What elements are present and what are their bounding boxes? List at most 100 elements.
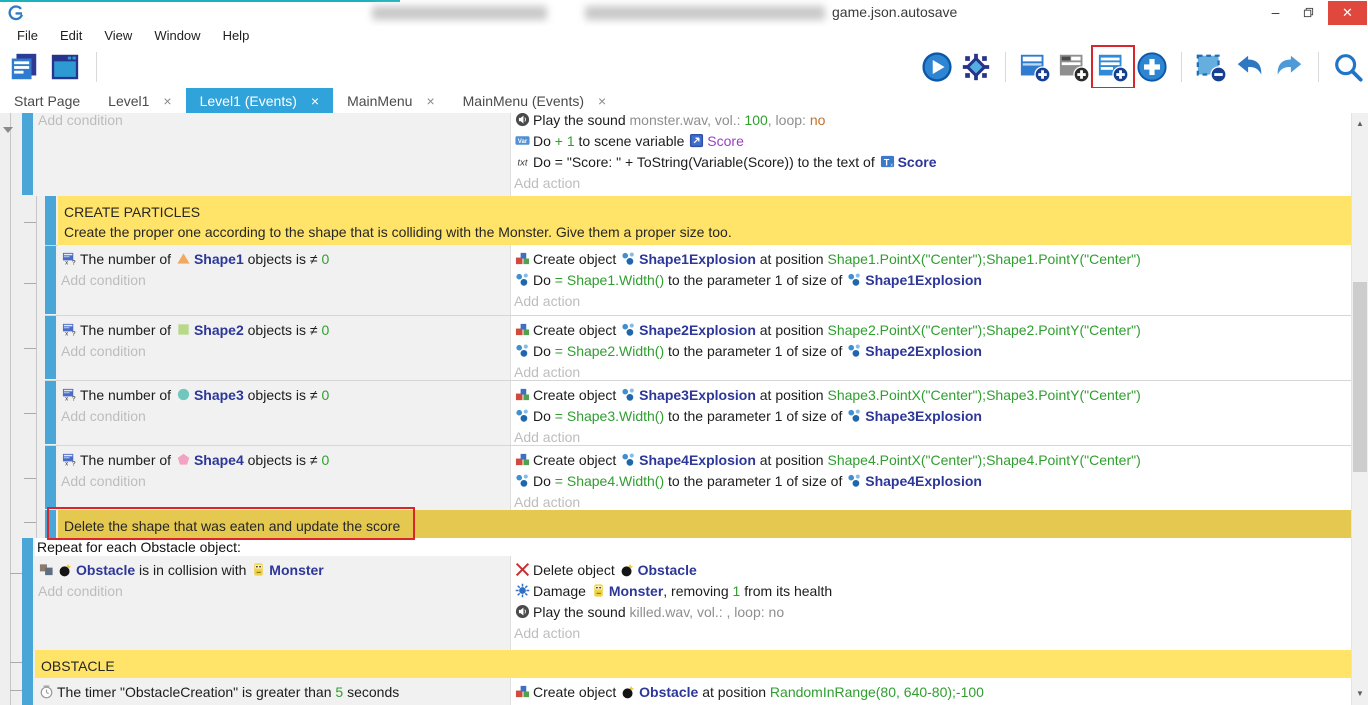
event-condition[interactable]: The timer "ObstacleCreation" is greater …	[38, 682, 510, 703]
event-action[interactable]: Do = Shape3.Width() to the parameter 1 o…	[514, 406, 1351, 427]
text-segment: Delete object	[533, 562, 619, 578]
text-segment: 0	[321, 387, 329, 403]
text-segment: to the parameter 1 of size of	[664, 343, 846, 359]
event-condition[interactable]: Obstacle is in collision with Monster	[38, 560, 510, 581]
create-object-icon	[515, 684, 530, 699]
comment-body: Delete the shape that was eaten and upda…	[64, 516, 1351, 536]
text-segment: 0	[321, 251, 329, 267]
event-action[interactable]: Create object Shape2Explosion at positio…	[514, 320, 1351, 341]
event-action[interactable]: Damage Monster, removing 1 from its heal…	[514, 581, 1351, 602]
event-drag-bar	[45, 316, 56, 379]
add-condition-placeholder[interactable]: Add condition	[61, 341, 510, 362]
particles-icon	[515, 408, 530, 423]
text-segment: Shape1	[194, 251, 244, 267]
comment-row[interactable]: OBSTACLE	[35, 650, 1351, 678]
add-condition-placeholder[interactable]: Add condition	[38, 113, 510, 131]
obstacle-icon	[58, 562, 73, 577]
event-action[interactable]: Play the sound killed.wav, vol.: , loop:…	[514, 602, 1351, 623]
collapse-event-icon[interactable]	[3, 127, 13, 133]
actions-panel: Create object Shape1Explosion at positio…	[510, 245, 1351, 315]
text-segment: ≠	[310, 251, 322, 267]
text-segment: to the text of	[794, 154, 879, 170]
text-segment: objects is	[244, 251, 310, 267]
comment-title: OBSTACLE	[41, 656, 1351, 676]
scrollbar-thumb[interactable]	[1353, 282, 1367, 472]
sound-icon	[515, 113, 530, 127]
vertical-scrollbar[interactable]: ▲ ▼	[1351, 113, 1368, 705]
event-action[interactable]: Delete object Obstacle	[514, 560, 1351, 581]
text-segment: Shape3Explosion	[865, 408, 982, 424]
add-condition-placeholder[interactable]: Add condition	[61, 471, 510, 492]
count-condition-icon: x?	[62, 251, 77, 266]
scroll-down-icon[interactable]: ▼	[1352, 686, 1368, 702]
text-segment: Monster	[269, 562, 323, 578]
event-action[interactable]: Play the sound monster.wav, vol.: 100, l…	[514, 113, 1351, 131]
add-condition-placeholder[interactable]: Add condition	[38, 581, 510, 602]
text-segment: objects is	[244, 452, 310, 468]
event-condition[interactable]: x?The number of Shape1 objects is ≠ 0	[61, 249, 510, 270]
count-condition-icon: x?	[62, 452, 77, 467]
text-segment: = Shape4.Width()	[555, 473, 664, 489]
text-segment: to the parameter 1 of size of	[664, 272, 846, 288]
text-segment: Play the sound	[533, 113, 630, 128]
add-action-placeholder[interactable]: Add action	[514, 427, 1351, 445]
text-segment: Score	[898, 154, 937, 170]
event-action[interactable]: Create object Shape3Explosion at positio…	[514, 385, 1351, 406]
event-action[interactable]: Create object Shape4Explosion at positio…	[514, 450, 1351, 471]
add-action-placeholder[interactable]: Add action	[514, 623, 1351, 644]
svg-text:?: ?	[72, 461, 76, 467]
add-action-placeholder[interactable]: Add action	[514, 362, 1351, 380]
text-segment: Shape4Explosion	[639, 452, 756, 468]
comment-row[interactable]: Delete the shape that was eaten and upda…	[58, 510, 1351, 538]
foreach-event-header[interactable]: Repeat for each Obstacle object:	[35, 538, 1351, 556]
text-segment: = Shape1.Width()	[555, 272, 664, 288]
add-action-placeholder[interactable]: Add action	[514, 291, 1351, 312]
add-action-placeholder[interactable]: Add action	[514, 173, 1351, 194]
particles-icon	[621, 251, 636, 266]
event-action[interactable]: VarDo + 1 to scene variable Score	[514, 131, 1351, 152]
text-segment: objects is	[244, 322, 310, 338]
event-condition[interactable]: x?The number of Shape2 objects is ≠ 0	[61, 320, 510, 341]
event-drag-bar	[22, 678, 33, 705]
scroll-up-icon[interactable]: ▲	[1352, 116, 1368, 132]
text-segment: 0	[321, 322, 329, 338]
svg-text:x: x	[65, 331, 68, 337]
text-segment: Shape3.PointX("Center");Shape3.PointY("C…	[827, 387, 1140, 403]
event-action[interactable]: txtDo = "Score: " + ToString(Variable(Sc…	[514, 152, 1351, 173]
text-object-icon: Tx	[880, 154, 895, 169]
text-segment: Shape1Explosion	[865, 272, 982, 288]
event-condition[interactable]: x?The number of Shape3 objects is ≠ 0	[61, 385, 510, 406]
events-editor: Add condition Play the sound monster.wav…	[0, 0, 1368, 705]
event-action[interactable]: Do = Shape4.Width() to the parameter 1 o…	[514, 471, 1351, 492]
add-action-placeholder[interactable]: Add action	[514, 492, 1351, 510]
conditions-panel: x?The number of Shape4 objects is ≠ 0 Ad…	[58, 446, 510, 510]
event-action[interactable]: Create object Shape1Explosion at positio…	[514, 249, 1351, 270]
event-action[interactable]: Create object Obstacle at position Rando…	[514, 682, 1351, 703]
tree-tick	[24, 522, 36, 523]
text-segment: 0	[321, 452, 329, 468]
svg-text:?: ?	[72, 396, 76, 402]
shape2-icon	[176, 322, 191, 337]
text-segment: killed.wav, vol.: , loop: no	[630, 604, 785, 620]
text-segment: objects is	[244, 387, 310, 403]
event-action[interactable]: Do = Shape1.Width() to the parameter 1 o…	[514, 270, 1351, 291]
particles-icon	[847, 272, 862, 287]
add-condition-placeholder[interactable]: Add condition	[61, 406, 510, 427]
event-drag-bar	[45, 246, 56, 314]
tree-tick	[24, 413, 36, 414]
create-object-icon	[515, 251, 530, 266]
svg-text:?: ?	[72, 331, 76, 337]
text-segment: Damage	[533, 583, 590, 599]
actions-panel: Create object Shape4Explosion at positio…	[510, 446, 1351, 510]
comment-row[interactable]: CREATE PARTICLES Create the proper one a…	[58, 196, 1351, 245]
event-condition[interactable]: x?The number of Shape4 objects is ≠ 0	[61, 450, 510, 471]
text-segment: + 1	[555, 133, 575, 149]
event-action[interactable]: Do = Shape2.Width() to the parameter 1 o…	[514, 341, 1351, 362]
tree-tick	[10, 662, 22, 663]
svg-text:x: x	[65, 260, 68, 266]
text-segment: Do	[533, 272, 555, 288]
add-condition-placeholder[interactable]: Add condition	[61, 270, 510, 291]
actions-panel: Delete object Obstacle Damage Monster, r…	[510, 556, 1351, 650]
event-drag-bar	[45, 196, 56, 245]
tree-guide-line	[36, 196, 37, 538]
